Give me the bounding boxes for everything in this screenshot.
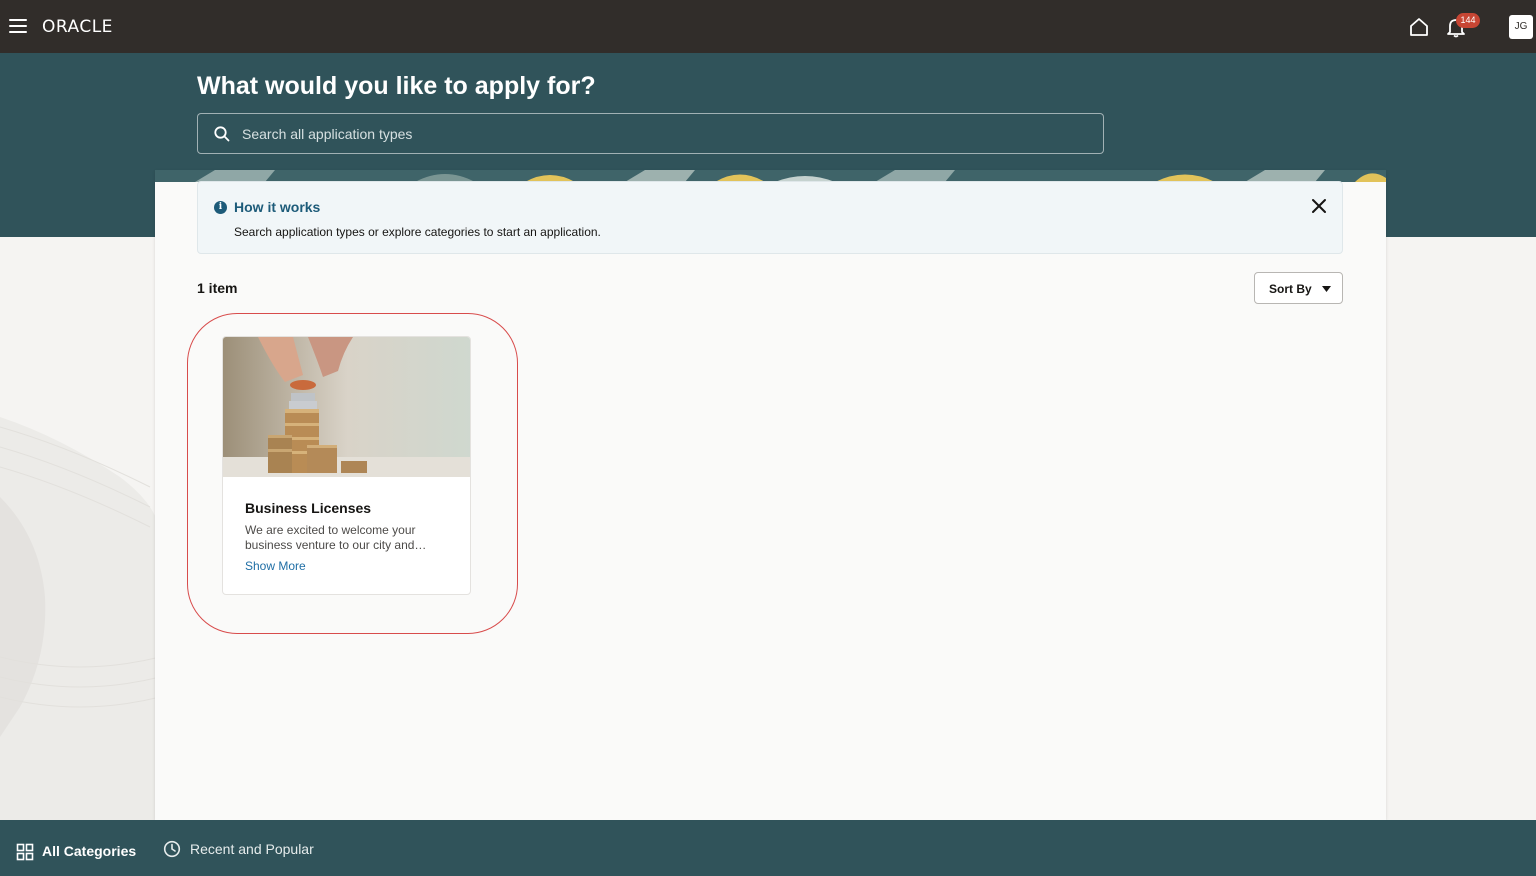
- main-panel: i How it works Search application types …: [155, 170, 1386, 820]
- search-icon: [214, 126, 230, 142]
- sort-by-label: Sort By: [1269, 282, 1312, 296]
- info-text: Search application types or explore cate…: [234, 225, 601, 239]
- hamburger-menu-icon[interactable]: [9, 19, 27, 33]
- home-icon[interactable]: [1408, 16, 1430, 38]
- user-avatar[interactable]: JG: [1509, 15, 1533, 39]
- caret-down-icon: [1322, 286, 1331, 292]
- notification-badge: 144: [1456, 13, 1480, 28]
- search-box[interactable]: [197, 113, 1104, 154]
- grid-icon: [16, 843, 34, 861]
- tab-recent-and-popular[interactable]: Recent and Popular: [163, 820, 333, 876]
- info-title: How it works: [234, 199, 321, 215]
- oracle-logo: ORACLE: [42, 17, 113, 37]
- background-wave-decoration: [0, 417, 160, 820]
- clock-icon: [163, 840, 181, 858]
- page: ORACLE 144 JG What would you like to app…: [0, 0, 1536, 876]
- sort-by-button[interactable]: Sort By: [1254, 272, 1343, 304]
- card-description: We are excited to welcome your business …: [245, 523, 427, 552]
- card-title: Business Licenses: [245, 500, 372, 516]
- page-title: What would you like to apply for?: [197, 72, 596, 100]
- show-more-link[interactable]: Show More: [245, 559, 306, 573]
- tab-recent-and-popular-label: Recent and Popular: [190, 841, 314, 857]
- close-icon[interactable]: [1310, 197, 1328, 215]
- coins-stack-image: [223, 337, 470, 477]
- tab-all-categories-label: All Categories: [42, 843, 137, 859]
- top-bar: ORACLE 144 JG: [0, 0, 1536, 53]
- how-it-works-banner: i How it works Search application types …: [197, 181, 1343, 254]
- application-card-business-licenses[interactable]: Business Licenses We are excited to welc…: [222, 336, 471, 595]
- bottom-tab-bar: All Categories Recent and Popular: [0, 820, 1536, 876]
- info-icon: i: [214, 201, 227, 214]
- search-input[interactable]: [242, 122, 1082, 146]
- result-count: 1 item: [197, 280, 238, 296]
